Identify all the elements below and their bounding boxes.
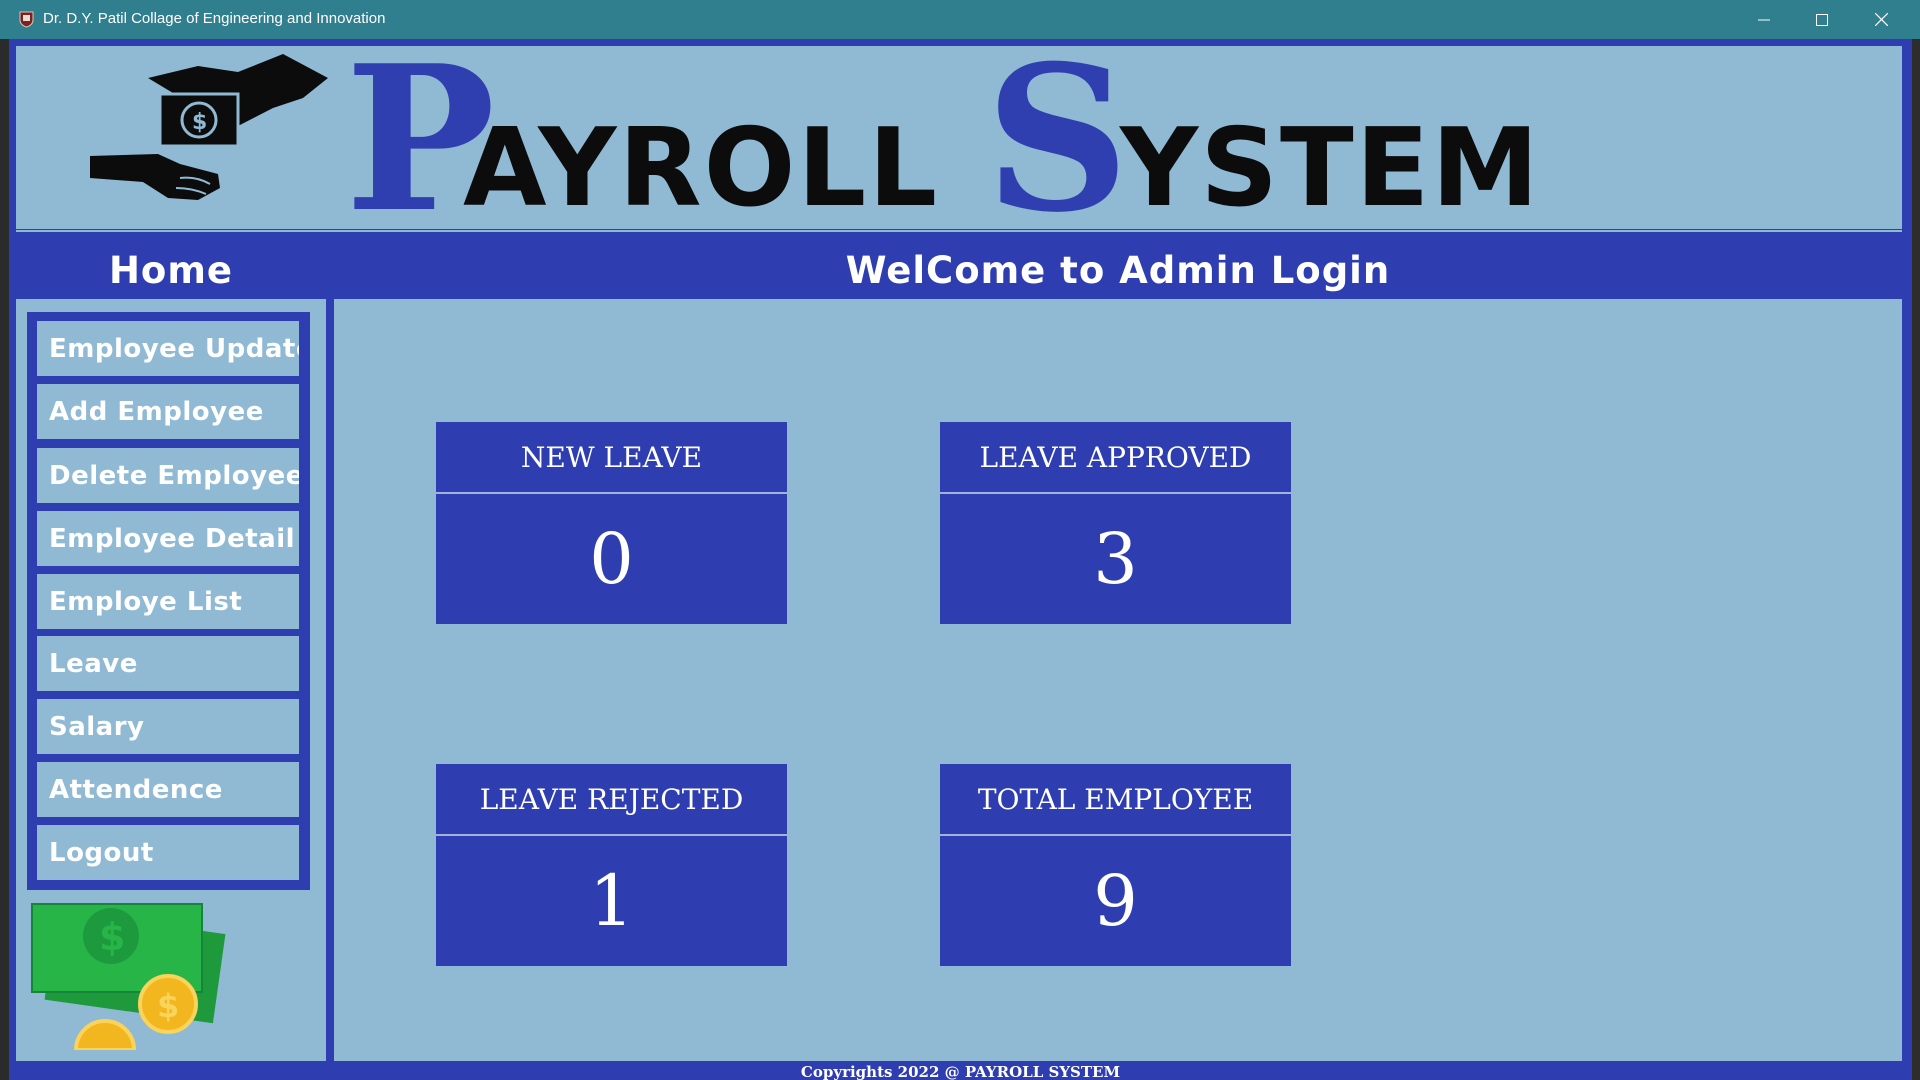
maximize-button[interactable]: [1793, 0, 1851, 39]
stat-card-label: LEAVE REJECTED: [479, 782, 744, 816]
sidebar-item-delete-employee[interactable]: Delete Employee: [37, 448, 299, 503]
stat-card-leave-approved: LEAVE APPROVED 3: [940, 422, 1291, 624]
stat-card-label: LEAVE APPROVED: [979, 440, 1252, 474]
money-icon: $ $: [31, 903, 226, 1050]
payment-hand-logo: $: [90, 54, 328, 200]
brand-word-system: YSTEM: [1120, 106, 1541, 231]
app-icon: [19, 11, 34, 28]
stat-card-value: 3: [1093, 518, 1138, 600]
svg-text:$: $: [157, 987, 179, 1025]
svg-text:$: $: [99, 915, 125, 959]
stat-card-leave-rejected: LEAVE REJECTED 1: [436, 764, 787, 966]
brand-word-payroll: AYROLL: [463, 106, 940, 231]
svg-text:$: $: [192, 110, 207, 135]
window-titlebar: Dr. D.Y. Patil Collage of Engineering an…: [0, 0, 1920, 39]
sidebar-item-employe-list[interactable]: Employe List: [37, 574, 299, 629]
sidebar-item-employee-detail[interactable]: Employee Detail: [37, 511, 299, 566]
minimize-button[interactable]: [1735, 0, 1793, 39]
window-title: Dr. D.Y. Patil Collage of Engineering an…: [43, 10, 386, 27]
minimize-icon: [1758, 19, 1770, 20]
stat-card-label: NEW LEAVE: [520, 440, 703, 474]
stat-card-new-leave: NEW LEAVE 0: [436, 422, 787, 624]
close-icon: [1874, 13, 1888, 26]
sidebar-item-add-employee[interactable]: Add Employee: [37, 384, 299, 439]
stat-card-label: TOTAL EMPLOYEE: [977, 782, 1254, 816]
header-divider: [16, 230, 1902, 232]
sidebar-divider: [326, 241, 334, 1061]
stat-card-value: 1: [589, 860, 634, 942]
page-title: WelCome to Admin Login: [334, 241, 1902, 299]
stat-card-value: 9: [1093, 860, 1138, 942]
sidebar-item-logout[interactable]: Logout: [37, 825, 299, 880]
stat-card-total-employee: TOTAL EMPLOYEE 9: [940, 764, 1291, 966]
stat-card-value: 0: [589, 518, 634, 600]
brand-initial-s: S: [985, 22, 1130, 257]
sidebar-item-leave[interactable]: Leave: [37, 636, 299, 691]
window-edge: [1912, 39, 1920, 1080]
sidebar-item-salary[interactable]: Salary: [37, 699, 299, 754]
sidebar-item-attendence[interactable]: Attendence: [37, 762, 299, 817]
close-button[interactable]: [1852, 0, 1910, 39]
maximize-icon: [1816, 13, 1828, 26]
footer-copyright: Copyrights 2022 @ PAYROLL SYSTEM: [9, 1061, 1912, 1080]
sidebar-home-title: Home: [16, 241, 326, 299]
sidebar-item-employee-update[interactable]: Employee Update: [37, 321, 299, 376]
